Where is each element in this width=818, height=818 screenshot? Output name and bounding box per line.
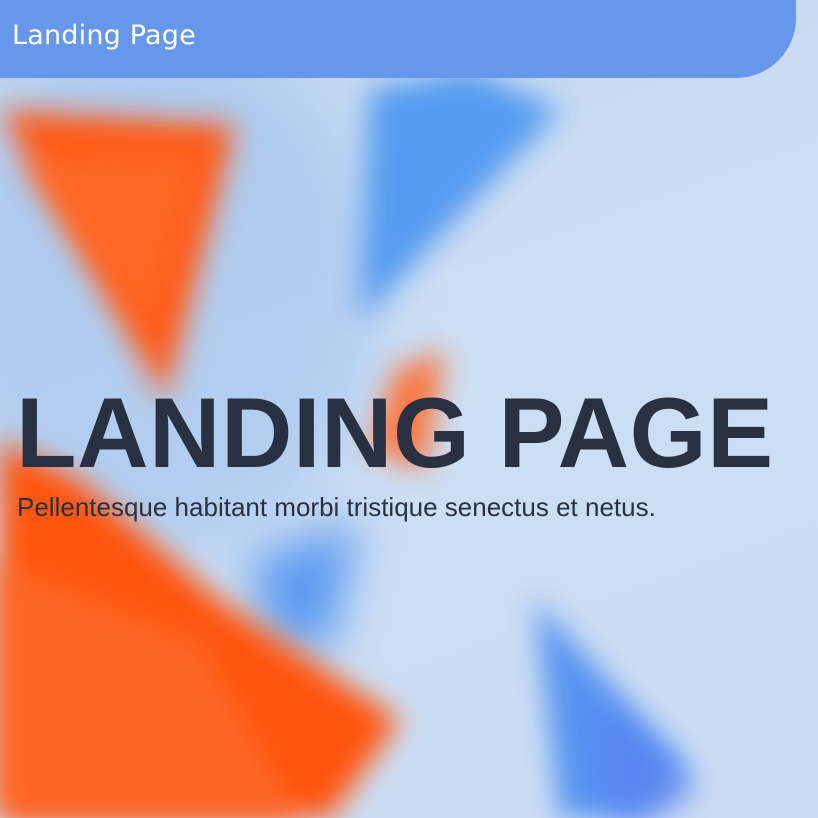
hero-title: LANDING PAGE (16, 377, 774, 488)
brand-logo-link[interactable]: Landing Page (12, 18, 196, 54)
top-navbar: Landing Page (0, 0, 796, 78)
hero-subtitle: Pellentesque habitant morbi tristique se… (17, 492, 656, 522)
hero-section: LANDING PAGE Pellentesque habitant morbi… (16, 377, 818, 523)
